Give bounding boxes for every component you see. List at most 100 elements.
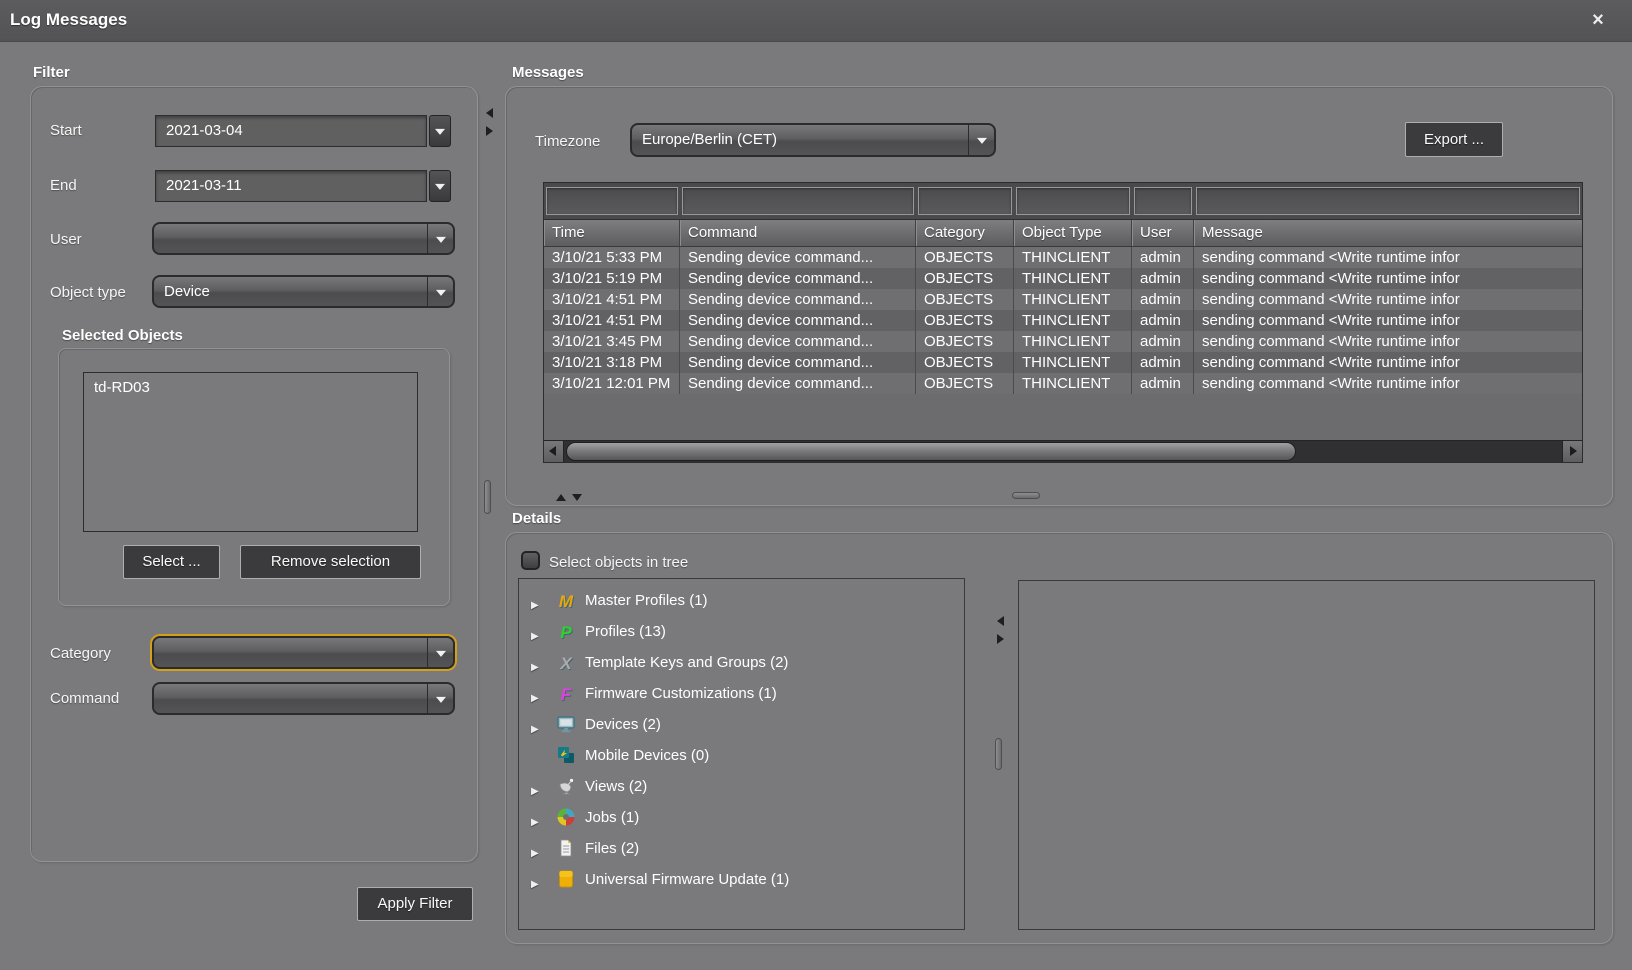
- scroll-left-icon[interactable]: [544, 441, 564, 462]
- expand-arrow-icon[interactable]: [531, 843, 543, 857]
- expand-arrow-icon[interactable]: [531, 657, 543, 671]
- expand-down-icon[interactable]: [572, 494, 582, 501]
- files-icon: [555, 838, 577, 862]
- select-objects-checkbox-label: Select objects in tree: [549, 554, 688, 571]
- timezone-combobox[interactable]: Europe/Berlin (CET): [630, 123, 996, 157]
- collapse-left-icon[interactable]: [486, 108, 493, 118]
- object-type-combobox[interactable]: Device: [152, 275, 455, 308]
- expand-arrow-icon[interactable]: [531, 781, 543, 795]
- details-splitter-grip[interactable]: [995, 738, 1002, 770]
- chevron-down-icon: [427, 638, 453, 667]
- time-filter-input[interactable]: [546, 187, 678, 215]
- cell-category: OBJECTS: [916, 331, 1014, 352]
- table-row[interactable]: 3/10/21 4:51 PM Sending device command..…: [544, 310, 1582, 331]
- selected-objects-list[interactable]: td-RD03: [83, 372, 418, 532]
- command-combobox[interactable]: [152, 682, 455, 715]
- list-item[interactable]: td-RD03: [84, 373, 417, 396]
- column-header-user[interactable]: User: [1132, 220, 1194, 246]
- column-header-command[interactable]: Command: [680, 220, 916, 246]
- object-type-filter-input[interactable]: [1016, 187, 1130, 215]
- tree-item-files[interactable]: Files (2): [519, 835, 964, 865]
- tree-item-label: Files (2): [585, 840, 639, 857]
- close-icon[interactable]: ×: [1586, 8, 1610, 32]
- vertical-splitter-grip[interactable]: [484, 480, 491, 514]
- cell-time: 3/10/21 12:01 PM: [544, 373, 680, 394]
- select-objects-checkbox[interactable]: [521, 551, 540, 570]
- tree-item-label: Master Profiles (1): [585, 592, 708, 609]
- end-date-dropdown-button[interactable]: [429, 170, 451, 202]
- cell-message: sending command <Write runtime infor: [1194, 310, 1582, 331]
- tree-item-firmware-customizations[interactable]: F Firmware Customizations (1): [519, 680, 964, 710]
- select-button[interactable]: Select ...: [123, 545, 220, 579]
- cell-command: Sending device command...: [680, 352, 916, 373]
- expand-arrow-icon[interactable]: [531, 719, 543, 733]
- cell-object-type: THINCLIENT: [1014, 331, 1132, 352]
- expand-arrow-icon[interactable]: [531, 688, 543, 702]
- message-filter-input[interactable]: [1196, 187, 1580, 215]
- master-profiles-icon: M: [555, 590, 577, 614]
- collapse-left-icon[interactable]: [997, 616, 1004, 626]
- mobile-devices-icon: [555, 745, 577, 769]
- cell-user: admin: [1132, 373, 1194, 394]
- scrollbar-thumb[interactable]: [566, 442, 1296, 461]
- table-row[interactable]: 3/10/21 12:01 PM Sending device command.…: [544, 373, 1582, 394]
- cell-object-type: THINCLIENT: [1014, 310, 1132, 331]
- apply-filter-button[interactable]: Apply Filter: [357, 887, 473, 921]
- remove-selection-button[interactable]: Remove selection: [240, 545, 421, 579]
- start-date-dropdown-button[interactable]: [429, 115, 451, 147]
- tree-item-mobile-devices[interactable]: Mobile Devices (0): [519, 742, 964, 772]
- table-row[interactable]: 3/10/21 3:45 PM Sending device command..…: [544, 331, 1582, 352]
- expand-arrow-icon[interactable]: [531, 595, 543, 609]
- column-header-message[interactable]: Message: [1194, 220, 1582, 246]
- scroll-right-icon[interactable]: [1562, 441, 1582, 462]
- horizontal-scrollbar[interactable]: [544, 440, 1582, 462]
- cell-message: sending command <Write runtime infor: [1194, 289, 1582, 310]
- end-date-field[interactable]: 2021-03-11: [155, 170, 427, 202]
- command-filter-input[interactable]: [682, 187, 914, 215]
- column-header-object-type[interactable]: Object Type: [1014, 220, 1132, 246]
- cell-time: 3/10/21 3:45 PM: [544, 331, 680, 352]
- filter-section-label: Filter: [33, 64, 70, 81]
- table-row[interactable]: 3/10/21 3:18 PM Sending device command..…: [544, 352, 1582, 373]
- category-filter-input[interactable]: [918, 187, 1012, 215]
- export-button[interactable]: Export ...: [1405, 122, 1503, 157]
- cell-time: 3/10/21 4:51 PM: [544, 289, 680, 310]
- cell-command: Sending device command...: [680, 373, 916, 394]
- tree-item-master-profiles[interactable]: M Master Profiles (1): [519, 587, 964, 617]
- tree-item-views[interactable]: Views (2): [519, 773, 964, 803]
- tree-item-template-keys[interactable]: X Template Keys and Groups (2): [519, 649, 964, 679]
- cell-user: admin: [1132, 247, 1194, 268]
- cell-user: admin: [1132, 310, 1194, 331]
- tree-item-devices[interactable]: Devices (2): [519, 711, 964, 741]
- expand-arrow-icon[interactable]: [531, 874, 543, 888]
- cell-user: admin: [1132, 352, 1194, 373]
- cell-object-type: THINCLIENT: [1014, 289, 1132, 310]
- horizontal-splitter-grip[interactable]: [1012, 492, 1040, 499]
- expand-right-icon[interactable]: [486, 126, 493, 136]
- cell-message: sending command <Write runtime infor: [1194, 247, 1582, 268]
- detail-view-panel: [1018, 580, 1595, 930]
- cell-category: OBJECTS: [916, 310, 1014, 331]
- expand-arrow-icon[interactable]: [531, 626, 543, 640]
- table-row[interactable]: 3/10/21 4:51 PM Sending device command..…: [544, 289, 1582, 310]
- start-date-field[interactable]: 2021-03-04: [155, 115, 427, 147]
- table-row[interactable]: 3/10/21 5:33 PM Sending device command..…: [544, 247, 1582, 268]
- timezone-label: Timezone: [535, 133, 600, 150]
- cell-object-type: THINCLIENT: [1014, 247, 1132, 268]
- expand-right-icon[interactable]: [997, 634, 1004, 644]
- table-row[interactable]: 3/10/21 5:19 PM Sending device command..…: [544, 268, 1582, 289]
- user-filter-input[interactable]: [1134, 187, 1192, 215]
- dialog-title: Log Messages: [10, 10, 127, 30]
- end-label: End: [50, 177, 77, 194]
- cell-object-type: THINCLIENT: [1014, 373, 1132, 394]
- expand-arrow-icon[interactable]: [531, 812, 543, 826]
- tree-item-jobs[interactable]: Jobs (1): [519, 804, 964, 834]
- tree-item-profiles[interactable]: P Profiles (13): [519, 618, 964, 648]
- column-header-category[interactable]: Category: [916, 220, 1014, 246]
- category-combobox[interactable]: [152, 636, 455, 669]
- tree-item-universal-firmware-update[interactable]: Universal Firmware Update (1): [519, 866, 964, 896]
- views-icon: [555, 776, 577, 800]
- column-header-time[interactable]: Time: [544, 220, 680, 246]
- collapse-up-icon[interactable]: [556, 494, 566, 501]
- user-combobox[interactable]: [152, 222, 455, 255]
